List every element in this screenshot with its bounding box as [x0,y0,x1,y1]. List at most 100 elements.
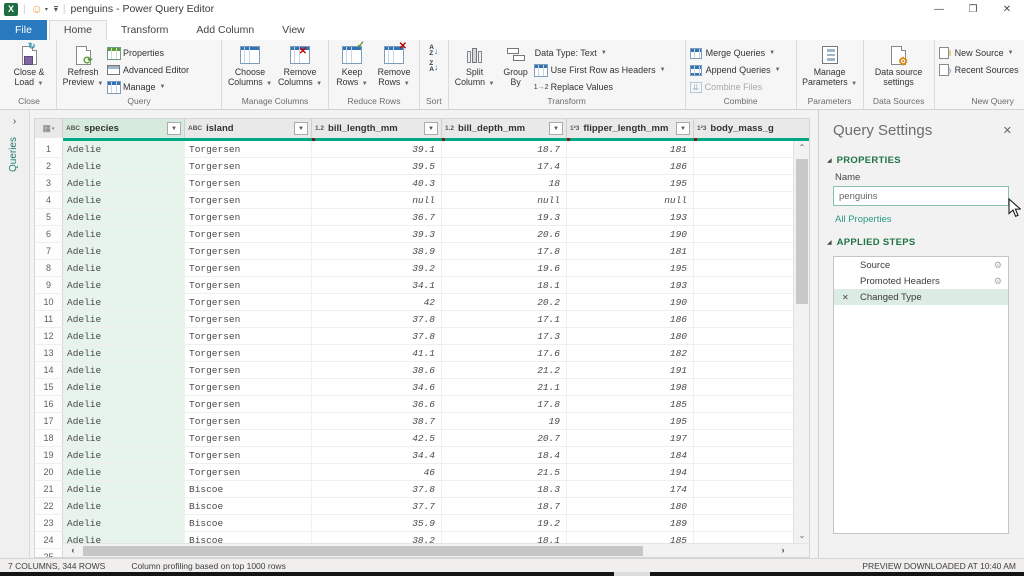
cell-bill_length_mm[interactable]: 39.5 [312,158,442,174]
filter-dropdown-icon[interactable]: ▼ [676,122,690,135]
cell-island[interactable]: Torgersen [185,141,312,157]
cell-island[interactable]: Torgersen [185,243,312,259]
replace-values-button[interactable]: 1→2 Replace Values [535,79,681,95]
cell-species[interactable]: Adelie [63,345,185,361]
cell-island[interactable]: Biscoe [185,481,312,497]
scroll-down-icon[interactable]: ⌄ [794,529,810,543]
column-header-species[interactable]: ABCspecies▼ [63,119,185,138]
data-source-settings-button[interactable]: ⚙ Data source settings [868,43,930,87]
column-type-icon[interactable]: 1.2 [315,125,324,132]
cell-flipper_length_mm[interactable]: 198 [567,379,694,395]
sort-ascending-button[interactable]: AZ↓ [429,45,438,57]
cell-bill_length_mm[interactable]: 40.3 [312,175,442,191]
cell-species[interactable]: Adelie [63,141,185,157]
refresh-preview-button[interactable]: ⟳ Refresh Preview ▼ [61,43,105,89]
row-number[interactable]: 22 [35,498,63,514]
cell-bill_length_mm[interactable]: 35.9 [312,515,442,531]
cell-species[interactable]: Adelie [63,328,185,344]
cell-species[interactable]: Adelie [63,362,185,378]
cell-flipper_length_mm[interactable]: 189 [567,515,694,531]
cell-bill_depth_mm[interactable]: 21.2 [442,362,567,378]
cell-bill_depth_mm[interactable]: null [442,192,567,208]
cell-bill_depth_mm[interactable]: 17.1 [442,311,567,327]
row-number[interactable]: 6 [35,226,63,242]
row-number[interactable]: 1 [35,141,63,157]
column-header-island[interactable]: ABCisland▼ [185,119,312,138]
cell-bill_depth_mm[interactable]: 19.2 [442,515,567,531]
cell-species[interactable]: Adelie [63,413,185,429]
tab-home[interactable]: Home [49,20,107,40]
cell-bill_depth_mm[interactable]: 17.8 [442,396,567,412]
scroll-up-icon[interactable]: ⌃ [794,141,810,155]
cell-bill_depth_mm[interactable]: 21.5 [442,464,567,480]
cell-bill_length_mm[interactable]: 37.7 [312,498,442,514]
applied-step-promoted-headers[interactable]: Promoted Headers⚙ [834,273,1008,289]
cell-bill_depth_mm[interactable]: 21.1 [442,379,567,395]
close-button[interactable]: ✕ [990,4,1024,15]
new-source-button[interactable]: ▤ New Source ▼ [939,45,1024,61]
cell-bill_depth_mm[interactable]: 18.7 [442,498,567,514]
all-properties-link[interactable]: All Properties [819,206,1024,231]
manage-parameters-button[interactable]: Manage Parameters ▼ [801,43,859,89]
cell-species[interactable]: Adelie [63,209,185,225]
cell-bill_length_mm[interactable]: 38.7 [312,413,442,429]
cell-bill_depth_mm[interactable]: 18.3 [442,481,567,497]
filter-dropdown-icon[interactable]: ▼ [549,122,563,135]
cell-flipper_length_mm[interactable]: 185 [567,396,694,412]
queries-pane-expand-icon[interactable]: › [0,110,29,127]
column-type-icon[interactable]: ABC [66,125,80,132]
cell-flipper_length_mm[interactable]: 195 [567,175,694,191]
keep-rows-button[interactable]: ✓ Keep Rows ▼ [333,43,371,89]
applied-step-changed-type[interactable]: ✕Changed Type [834,289,1008,305]
cell-island[interactable]: Torgersen [185,430,312,446]
column-header-flipper_length_mm[interactable]: 1²3flipper_length_mm▼ [567,119,694,138]
row-number[interactable]: 5 [35,209,63,225]
cell-bill_depth_mm[interactable]: 18.4 [442,447,567,463]
cell-species[interactable]: Adelie [63,515,185,531]
cell-species[interactable]: Adelie [63,260,185,276]
cell-flipper_length_mm[interactable]: 182 [567,345,694,361]
tab-view[interactable]: View [268,21,319,40]
manage-button[interactable]: Manage ▼ [107,79,217,95]
cell-flipper_length_mm[interactable]: 193 [567,209,694,225]
cell-bill_length_mm[interactable]: 41.1 [312,345,442,361]
cell-island[interactable]: Torgersen [185,209,312,225]
cell-island[interactable]: Torgersen [185,447,312,463]
cell-bill_length_mm[interactable]: 42 [312,294,442,310]
cell-bill_depth_mm[interactable]: 17.4 [442,158,567,174]
cell-island[interactable]: Torgersen [185,464,312,480]
cell-flipper_length_mm[interactable]: 194 [567,464,694,480]
row-number[interactable]: 8 [35,260,63,276]
column-header-bill_length_mm[interactable]: 1.2bill_length_mm▼ [312,119,442,138]
row-number[interactable]: 25 [35,549,63,558]
select-all-table-button[interactable]: ▦▾ [35,119,63,138]
row-number[interactable]: 12 [35,328,63,344]
cell-flipper_length_mm[interactable]: 190 [567,226,694,242]
remove-columns-button[interactable]: ✕ Remove Columns ▼ [276,43,324,89]
cell-bill_length_mm[interactable]: 36.7 [312,209,442,225]
cell-bill_length_mm[interactable]: 39.3 [312,226,442,242]
cell-flipper_length_mm[interactable]: 181 [567,141,694,157]
cell-flipper_length_mm[interactable]: 193 [567,277,694,293]
row-number[interactable]: 20 [35,464,63,480]
cell-species[interactable]: Adelie [63,294,185,310]
cell-bill_length_mm[interactable]: 37.8 [312,481,442,497]
cell-bill_depth_mm[interactable]: 18.7 [442,141,567,157]
cell-species[interactable]: Adelie [63,243,185,259]
properties-button[interactable]: Properties [107,45,217,61]
row-number[interactable]: 11 [35,311,63,327]
row-number[interactable]: 3 [35,175,63,191]
cell-flipper_length_mm[interactable]: 191 [567,362,694,378]
row-number[interactable]: 15 [35,379,63,395]
cell-flipper_length_mm[interactable]: 180 [567,328,694,344]
cell-species[interactable]: Adelie [63,464,185,480]
cell-island[interactable]: Torgersen [185,413,312,429]
restore-button[interactable]: ❐ [956,4,990,15]
cell-bill_length_mm[interactable]: 46 [312,464,442,480]
cell-island[interactable]: Torgersen [185,175,312,191]
filter-dropdown-icon[interactable]: ▼ [424,122,438,135]
cell-bill_length_mm[interactable]: 37.8 [312,328,442,344]
append-queries-button[interactable]: Append Queries ▼ [690,62,792,78]
column-type-icon[interactable]: ABC [188,125,202,132]
cell-species[interactable]: Adelie [63,396,185,412]
